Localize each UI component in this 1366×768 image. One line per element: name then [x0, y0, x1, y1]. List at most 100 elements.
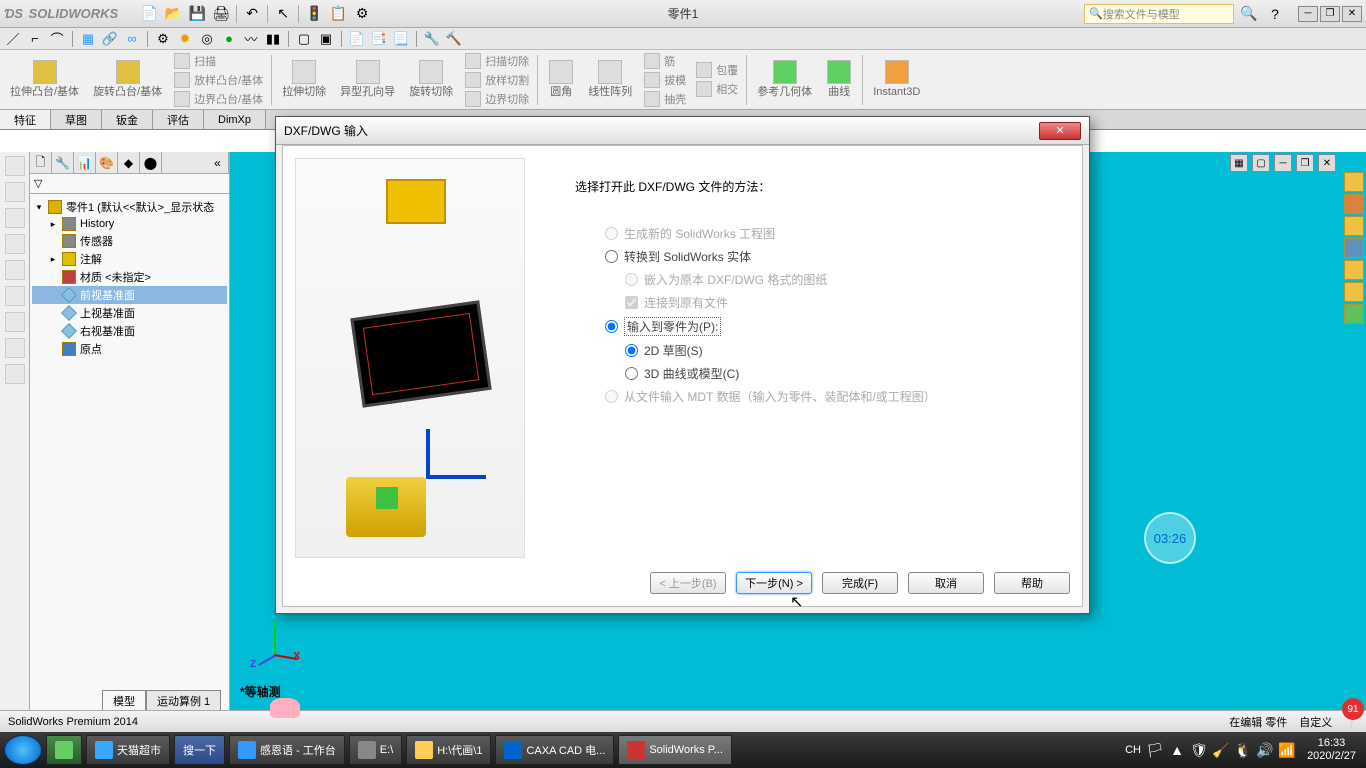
undo-icon[interactable]: ↶: [241, 3, 263, 25]
minimize-button[interactable]: ─: [1298, 6, 1318, 22]
rail-icon-4[interactable]: [5, 234, 25, 254]
boundary-cut-item[interactable]: 边界切除: [461, 90, 533, 108]
vp-close-icon[interactable]: ✕: [1318, 154, 1336, 172]
sweep-item[interactable]: 扫描: [170, 52, 267, 70]
fm-collapse[interactable]: «: [207, 152, 229, 174]
linear-pattern-button[interactable]: 线性阵列: [582, 58, 638, 100]
tree-history[interactable]: ▸History: [32, 216, 227, 232]
tree-origin[interactable]: 原点: [32, 340, 227, 358]
print-icon[interactable]: 🖨: [210, 3, 232, 25]
taskpane-btn-2[interactable]: [1344, 194, 1364, 214]
task-ie[interactable]: 天猫超市: [86, 735, 170, 765]
select-icon[interactable]: ↖: [272, 3, 294, 25]
wrap-item[interactable]: 包覆: [692, 61, 742, 79]
tray-qq-icon[interactable]: 🐧: [1235, 742, 1251, 758]
extrude-cut-button[interactable]: 拉伸切除: [276, 58, 332, 100]
vp-single-icon[interactable]: ▢: [1252, 154, 1270, 172]
help-button[interactable]: 帮助: [994, 572, 1070, 594]
task-search[interactable]: 搜一下: [174, 735, 225, 765]
rail-icon-5[interactable]: [5, 260, 25, 280]
rib-item[interactable]: 筋: [640, 52, 690, 70]
sweep-cut-item[interactable]: 扫描切除: [461, 52, 533, 70]
options-icon[interactable]: ⚙: [351, 3, 373, 25]
tray-clean-icon[interactable]: 🧹: [1213, 742, 1229, 758]
hole-wizard-button[interactable]: 异型孔向导: [334, 58, 401, 100]
task-caxa[interactable]: CAXA CAD 电...: [495, 735, 614, 765]
wave-icon[interactable]: 〰: [242, 30, 260, 48]
loft-item[interactable]: 放样凸台/基体: [170, 71, 267, 89]
tab-features[interactable]: 特征: [0, 110, 51, 129]
misc2-icon[interactable]: ▣: [317, 30, 335, 48]
traffic-icon[interactable]: 🚦: [303, 3, 325, 25]
corner-icon[interactable]: ⌐: [26, 30, 44, 48]
opt-2d-sketch[interactable]: 2D 草图(S): [625, 342, 1070, 359]
arc-icon[interactable]: ⌒: [48, 30, 66, 48]
target-icon[interactable]: ◎: [198, 30, 216, 48]
feature-filter[interactable]: ▽: [30, 174, 229, 194]
taskpane-btn-5[interactable]: [1344, 260, 1364, 280]
tool1-icon[interactable]: 🔧: [423, 30, 441, 48]
sheet3-icon[interactable]: 📃: [392, 30, 410, 48]
fm-tab-1[interactable]: 🗋: [30, 152, 52, 174]
rebuild-icon[interactable]: 📋: [327, 3, 349, 25]
tree-annotations[interactable]: ▸注解: [32, 250, 227, 268]
fm-tab-5[interactable]: ◆: [118, 152, 140, 174]
dialog-close-button[interactable]: ✕: [1039, 122, 1081, 140]
line-icon[interactable]: ／: [4, 30, 22, 48]
tab-model[interactable]: 模型: [102, 690, 146, 710]
help-icon[interactable]: ?: [1264, 3, 1286, 25]
task-dingtalk[interactable]: 感恩语 - 工作台: [229, 735, 345, 765]
tree-top-plane[interactable]: 上视基准面: [32, 304, 227, 322]
dialog-titlebar[interactable]: DXF/DWG 输入 ✕: [276, 117, 1089, 145]
rail-icon-1[interactable]: [5, 156, 25, 176]
tree-sensors[interactable]: 传感器: [32, 232, 227, 250]
taskpane-btn-6[interactable]: [1344, 282, 1364, 302]
shell-item[interactable]: 抽壳: [640, 90, 690, 108]
tab-motion-study[interactable]: 运动算例 1: [146, 690, 221, 710]
fm-tab-6[interactable]: ⬤: [140, 152, 162, 174]
revolve-boss-button[interactable]: 旋转凸台/基体: [87, 58, 168, 100]
rail-icon-6[interactable]: [5, 286, 25, 306]
curves-button[interactable]: 曲线: [820, 58, 858, 100]
rail-icon-8[interactable]: [5, 338, 25, 358]
extrude-boss-button[interactable]: 拉伸凸台/基体: [4, 58, 85, 100]
triad-widget[interactable]: YXZ: [250, 620, 300, 670]
taskbar-clock[interactable]: 16:332020/2/27: [1301, 737, 1362, 763]
search-input[interactable]: 🔍 搜索文件与模型: [1084, 4, 1234, 24]
status-custom[interactable]: 自定义: [1299, 714, 1332, 730]
burst-icon[interactable]: ✹: [176, 30, 194, 48]
task-app-1[interactable]: [46, 735, 82, 765]
rail-icon-9[interactable]: [5, 364, 25, 384]
instant3d-button[interactable]: Instant3D: [867, 58, 926, 100]
save-icon[interactable]: 💾: [186, 3, 208, 25]
rail-icon-2[interactable]: [5, 182, 25, 202]
tree-material[interactable]: 材质 <未指定>: [32, 268, 227, 286]
cancel-button[interactable]: 取消: [908, 572, 984, 594]
start-button[interactable]: [4, 735, 42, 765]
ime-indicator[interactable]: CH: [1125, 742, 1141, 758]
task-solidworks[interactable]: SolidWorks P...: [618, 735, 732, 765]
tab-sketch[interactable]: 草图: [51, 110, 102, 129]
tab-sheetmetal[interactable]: 钣金: [102, 110, 153, 129]
tool2-icon[interactable]: 🔨: [445, 30, 463, 48]
rail-icon-7[interactable]: [5, 312, 25, 332]
opt-3d-curve[interactable]: 3D 曲线或模型(C): [625, 365, 1070, 382]
fillet-button[interactable]: 圆角: [542, 58, 580, 100]
gear-icon[interactable]: ⚙: [154, 30, 172, 48]
loft-cut-item[interactable]: 放样切割: [461, 71, 533, 89]
tab-dimxpert[interactable]: DimXp: [204, 110, 266, 129]
tray-shield-icon[interactable]: 🛡: [1191, 742, 1207, 758]
tree-right-plane[interactable]: 右视基准面: [32, 322, 227, 340]
fm-tab-2[interactable]: 🔧: [52, 152, 74, 174]
task-explorer-e[interactable]: E:\: [349, 735, 402, 765]
taskpane-btn-3[interactable]: [1344, 216, 1364, 236]
search-go-icon[interactable]: 🔍: [1238, 3, 1260, 25]
ref-geometry-button[interactable]: 参考几何体: [751, 58, 818, 100]
fm-tab-3[interactable]: 📊: [74, 152, 96, 174]
next-button[interactable]: 下一步(N) >: [736, 572, 812, 594]
fm-tab-4[interactable]: 🎨: [96, 152, 118, 174]
bars-icon[interactable]: ▮▮: [264, 30, 282, 48]
rail-icon-3[interactable]: [5, 208, 25, 228]
sheet-icon[interactable]: 📄: [348, 30, 366, 48]
tray-network-icon[interactable]: 📶: [1279, 742, 1295, 758]
